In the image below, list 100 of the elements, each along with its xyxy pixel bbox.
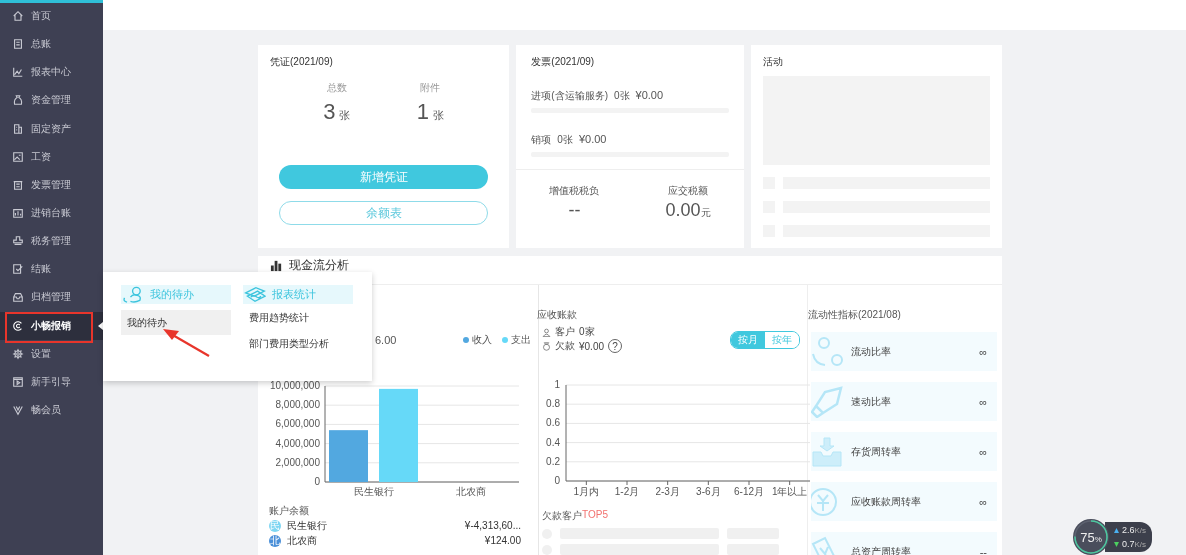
sidebar-item[interactable]: 结账 <box>0 255 103 284</box>
category-label: 2-3月 <box>655 486 680 497</box>
circles-icon <box>811 335 843 368</box>
play-icon <box>12 375 24 388</box>
axis-tick-label: 0.8 <box>546 398 560 410</box>
section-title: 应收账款 <box>537 308 578 322</box>
axis-tick-label: 6,000,000 <box>275 418 320 430</box>
card-stack-icon <box>244 286 266 303</box>
invoice-amount: ¥0.00 <box>635 89 664 101</box>
axis-tick-label: 10,000,000 <box>269 380 320 391</box>
indicator-value: ∞ <box>979 445 987 458</box>
upload-rate: 2.6K/s <box>1122 525 1147 535</box>
menu-group-title: 报表统计 <box>272 287 316 302</box>
debt-label: 欠款 <box>555 339 575 353</box>
sidebar-item[interactable]: 资金管理 <box>0 86 103 115</box>
indicator-value: ∞ <box>979 395 987 408</box>
bank-name: 民生银行 <box>287 518 328 533</box>
debt-amount: ¥0.00 <box>579 340 605 352</box>
sidebar-item[interactable]: 小畅报销 <box>0 311 103 340</box>
legend-label: 收入 <box>472 333 492 347</box>
home-icon <box>12 10 24 23</box>
axis-tick-label: 0 <box>554 475 560 486</box>
category-label: 北农商 <box>455 486 486 497</box>
section-title: 账户余额 <box>268 504 310 518</box>
category-label: 1-2月 <box>614 486 640 497</box>
gear-icon <box>12 347 24 360</box>
arrow-drawing <box>163 329 210 357</box>
sidebar-item[interactable]: 畅会员 <box>0 395 103 425</box>
axis-tick-label: 0.6 <box>546 417 560 429</box>
balance-amount: ¥-4,313,60... <box>464 520 521 531</box>
tax-value: 0.00元 <box>665 200 711 221</box>
tax-label: 应交税额 <box>667 184 710 198</box>
card-title: 发票(2021/09) <box>531 55 596 69</box>
receipt-icon <box>12 178 24 191</box>
stat-label: 总数 <box>325 81 348 95</box>
sidebar-item[interactable]: 归档管理 <box>0 283 103 312</box>
sidebar-item[interactable]: 报表中心 <box>0 58 103 87</box>
sidebar-item[interactable]: 固定资产 <box>0 114 103 143</box>
stamp-icon <box>12 235 24 248</box>
invoice-label: 进项(含运输服务) <box>531 89 608 103</box>
sidebar-item[interactable]: 新手引导 <box>0 367 103 396</box>
line-chart-icon <box>12 66 24 79</box>
stat-value: 1 张 <box>415 99 446 125</box>
indicator-value: -- <box>979 545 987 555</box>
menu-item[interactable]: 费用趋势统计 <box>243 305 353 330</box>
bank-badge: 北 <box>269 534 281 547</box>
balance-amount: ¥124.00 <box>484 535 521 546</box>
download-icon <box>1114 541 1119 547</box>
v-icon <box>12 404 24 417</box>
tray-icon <box>811 435 843 468</box>
sidebar-item[interactable]: 首页 <box>0 2 103 31</box>
menu-group-title: 我的待办 <box>150 287 194 302</box>
person-icon <box>542 327 551 337</box>
bank-badge: 民 <box>269 519 281 532</box>
category-label: 1年以上 <box>771 486 808 497</box>
indicator-value: ∞ <box>979 495 987 508</box>
sidebar-item[interactable]: 进销台账 <box>0 199 103 228</box>
stat-label: 附件 <box>419 81 442 95</box>
axis-tick-label: 4,000,000 <box>275 437 320 449</box>
tax-label: 增值税税负 <box>549 184 600 198</box>
axis-tick-label: 8,000,000 <box>275 399 320 411</box>
card-title: 活动 <box>762 55 784 69</box>
invoice-count: 0张 <box>614 89 630 103</box>
inbox-icon <box>12 291 24 304</box>
axis-tick-label: 0.2 <box>546 455 560 467</box>
legend-label: 支出 <box>511 333 531 347</box>
sidebar-item[interactable]: 设置 <box>0 339 103 368</box>
axis-tick-label: 1 <box>554 379 560 390</box>
bar <box>329 430 368 482</box>
menu-item[interactable]: 部门费用类型分析 <box>243 331 353 356</box>
menu-item[interactable]: 我的待办 <box>121 310 231 335</box>
sidebar-item[interactable]: 总账 <box>0 30 103 59</box>
category-label: 1月内 <box>573 486 600 497</box>
panel-title: 现金流分析 <box>289 259 349 272</box>
axis-tick-label: 0 <box>314 476 320 487</box>
invoice-amount: ¥0.00 <box>578 133 607 145</box>
indicator-value: ∞ <box>979 345 987 358</box>
bar-chart-icon <box>270 259 283 272</box>
sidebar-item[interactable]: 税务管理 <box>0 227 103 256</box>
stat-value: 3 张 <box>322 99 352 125</box>
category-label: 3-6月 <box>696 486 721 497</box>
invoice-count: 0张 <box>557 133 573 147</box>
usage-percent: 75% <box>1080 529 1102 545</box>
image-icon <box>12 150 24 163</box>
customers-label: 客户 <box>555 325 575 339</box>
sidebar-item[interactable]: 工资 <box>0 142 103 171</box>
category-label: 民生银行 <box>353 486 394 497</box>
c-logo-icon <box>12 319 24 332</box>
card-title: 凭证(2021/09) <box>270 55 334 69</box>
axis-tick-label: 0.4 <box>546 436 560 448</box>
tax-value: -- <box>567 200 582 221</box>
category-label: 6-12月 <box>734 486 764 497</box>
section-title: 欠款客户 <box>542 509 582 523</box>
sidebar-item[interactable]: 发票管理 <box>0 170 103 199</box>
building-icon <box>12 122 24 135</box>
medal-icon <box>542 341 551 351</box>
upload-icon <box>1114 527 1119 533</box>
highlight-label: TOP5 <box>582 509 608 522</box>
moneybag-icon <box>12 94 24 107</box>
indicator-label: 速动比率 <box>851 394 892 409</box>
